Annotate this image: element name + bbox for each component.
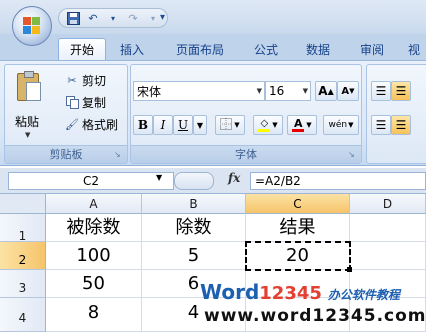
- align-top-icon: ☰: [375, 84, 387, 98]
- align-middle-icon: ☰: [395, 84, 407, 98]
- underline-button[interactable]: U: [173, 115, 193, 135]
- font-name-dropdown-icon[interactable]: ▼: [257, 82, 262, 100]
- name-box[interactable]: C2: [8, 172, 174, 190]
- font-dialog-launcher-icon[interactable]: ↘: [348, 150, 358, 160]
- alignment-group: ☰ ☰ ☰ ☰: [366, 64, 426, 164]
- ribbon: 粘贴 ▼ ✂ 剪切 复制 🖌 格式刷 剪贴板 ↘ 宋体 ▼ 16 ▼ A ▲ A…: [0, 60, 426, 166]
- cell-d1[interactable]: [350, 214, 426, 242]
- copy-button[interactable]: 复制: [65, 93, 106, 111]
- row-header-2[interactable]: 2: [0, 242, 46, 270]
- formula-input[interactable]: =A2/B2: [250, 172, 426, 190]
- phonetic-guide-icon: wén: [328, 120, 348, 130]
- watermark-word: Word: [200, 280, 260, 304]
- fill-color-icon: ◇: [258, 118, 271, 132]
- office-logo-icon: [23, 17, 41, 35]
- paste-label: 粘贴: [15, 115, 40, 129]
- column-header-d[interactable]: D: [350, 194, 426, 214]
- fill-color-button[interactable]: ◇ ▼: [253, 115, 283, 135]
- italic-button[interactable]: I: [153, 115, 173, 135]
- scissors-icon: ✂: [67, 73, 77, 87]
- tab-data[interactable]: 数据: [294, 38, 342, 60]
- font-name-combo[interactable]: 宋体 ▼: [133, 81, 265, 101]
- insert-function-icon[interactable]: fx: [228, 171, 240, 185]
- watermark-tagline: 办公软件教程: [327, 288, 400, 302]
- align-middle-button[interactable]: ☰: [391, 81, 411, 101]
- row-header-3[interactable]: 3: [0, 270, 46, 298]
- column-header-c[interactable]: C: [246, 194, 350, 214]
- shrink-font-button[interactable]: A ▼: [337, 81, 359, 101]
- clipboard-group: 粘贴 ▼ ✂ 剪切 复制 🖌 格式刷 剪贴板 ↘: [4, 64, 128, 164]
- row-header-1[interactable]: 1: [0, 214, 46, 243]
- align-center-icon: ☰: [395, 118, 407, 132]
- ribbon-tabs: 开始 插入 页面布局 公式 数据 审阅 视: [0, 34, 426, 60]
- undo-dropdown-icon[interactable]: ▾: [105, 10, 121, 26]
- shrink-font-icon: A: [341, 85, 350, 97]
- bold-button[interactable]: B: [133, 115, 153, 135]
- tab-formulas[interactable]: 公式: [244, 38, 288, 60]
- phonetic-guide-button[interactable]: wén ▼: [323, 115, 359, 135]
- redo-icon[interactable]: ↷: [125, 10, 141, 26]
- tab-view[interactable]: 视: [402, 38, 426, 60]
- format-painter-label: 格式刷: [82, 117, 119, 132]
- name-box-dropdown-icon[interactable]: ▼: [156, 173, 162, 182]
- office-button[interactable]: [12, 6, 52, 46]
- copy-label: 复制: [82, 95, 107, 110]
- clipboard-icon: [17, 71, 41, 101]
- tab-insert[interactable]: 插入: [110, 38, 154, 60]
- align-top-button[interactable]: ☰: [371, 81, 391, 101]
- grow-font-icon: A: [318, 84, 328, 98]
- cell-a2[interactable]: 100: [46, 242, 142, 270]
- cell-d2[interactable]: [350, 242, 426, 270]
- cell-c1[interactable]: 结果: [246, 214, 350, 242]
- format-painter-button[interactable]: 🖌 格式刷: [65, 115, 118, 133]
- watermark-number: 12345: [259, 283, 322, 304]
- align-left-icon: ☰: [375, 118, 387, 132]
- font-color-icon: A: [292, 117, 305, 132]
- save-icon[interactable]: [65, 10, 81, 26]
- font-group-label: 字体: [131, 145, 361, 163]
- fill-handle[interactable]: [347, 267, 352, 272]
- cut-button[interactable]: ✂ 剪切: [65, 71, 106, 89]
- cell-b1[interactable]: 除数: [142, 214, 246, 242]
- watermark-url: www.word12345.com: [204, 306, 426, 326]
- borders-button[interactable]: ▼: [215, 115, 245, 135]
- font-size-value: 16: [269, 84, 285, 98]
- font-size-dropdown-icon[interactable]: ▼: [303, 82, 308, 100]
- watermark-brand: Word 12345 办公软件教程: [200, 280, 400, 304]
- column-header-a[interactable]: A: [46, 194, 142, 214]
- copy-icon: [65, 95, 79, 109]
- column-header-b[interactable]: B: [142, 194, 246, 214]
- cell-a3[interactable]: 50: [46, 270, 142, 298]
- formula-bar: C2 ▼ fx =A2/B2: [0, 168, 426, 194]
- font-group: 宋体 ▼ 16 ▼ A ▲ A ▼ B I U ▼ ▼ ◇ ▼ A ▼ wén …: [130, 64, 362, 164]
- font-name-value: 宋体: [137, 84, 162, 99]
- format-painter-icon: 🖌: [65, 117, 79, 131]
- quick-access-toolbar: ↶ ▾ ↷ ▾: [58, 8, 168, 28]
- grow-font-button[interactable]: A ▲: [315, 81, 337, 101]
- clipboard-group-label: 剪贴板: [5, 145, 127, 163]
- paste-button[interactable]: 粘贴 ▼: [11, 71, 45, 141]
- cell-b2[interactable]: 5: [142, 242, 246, 270]
- align-center-button[interactable]: ☰: [391, 115, 411, 135]
- tab-home[interactable]: 开始: [58, 38, 106, 60]
- redo-dropdown-icon[interactable]: ▾: [145, 10, 161, 26]
- font-color-button[interactable]: A ▼: [287, 115, 317, 135]
- formula-bar-splitter[interactable]: [174, 172, 214, 190]
- tab-page-layout[interactable]: 页面布局: [160, 38, 240, 60]
- paste-dropdown-icon[interactable]: ▼: [25, 131, 30, 139]
- cell-a1[interactable]: 被除数: [46, 214, 142, 242]
- underline-dropdown-icon[interactable]: ▼: [193, 115, 207, 135]
- undo-icon[interactable]: ↶: [85, 10, 101, 26]
- tab-review[interactable]: 审阅: [348, 38, 396, 60]
- active-cell-marquee: [245, 241, 351, 271]
- customize-qat-icon[interactable]: ▾: [160, 12, 165, 23]
- borders-icon: [220, 117, 233, 133]
- cut-label: 剪切: [82, 73, 107, 88]
- row-header-4[interactable]: 4: [0, 298, 46, 332]
- font-size-combo[interactable]: 16 ▼: [265, 81, 311, 101]
- clipboard-dialog-launcher-icon[interactable]: ↘: [114, 150, 124, 160]
- cell-a4[interactable]: 8: [46, 298, 142, 332]
- align-left-button[interactable]: ☰: [371, 115, 391, 135]
- select-all-corner[interactable]: [0, 194, 46, 214]
